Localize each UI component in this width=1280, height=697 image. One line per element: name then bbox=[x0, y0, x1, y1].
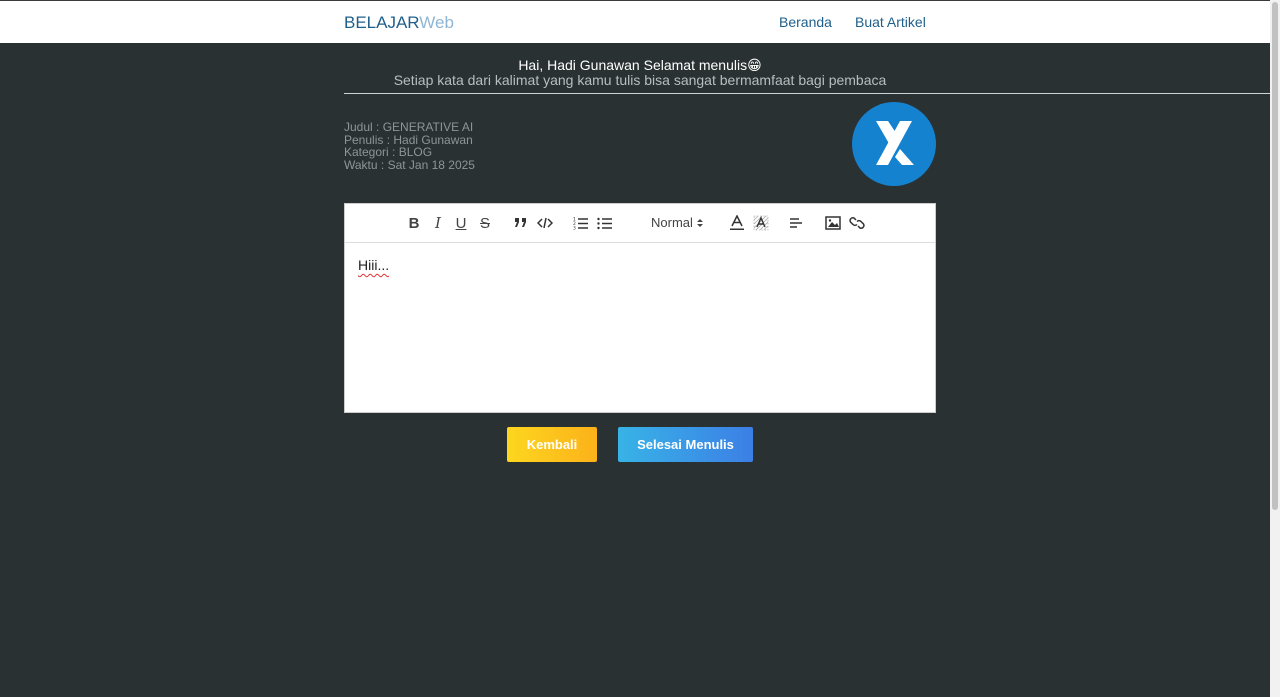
underline-button[interactable]: U bbox=[452, 214, 470, 232]
italic-button[interactable]: I bbox=[429, 214, 447, 232]
editor-content[interactable]: Hiii... bbox=[358, 257, 389, 273]
rich-text-editor: B I U S 1 2 3 Normal Hiii... bbox=[344, 203, 936, 413]
heading-select[interactable]: Normal bbox=[651, 215, 704, 230]
bullet-list-button[interactable] bbox=[596, 214, 614, 232]
nav-link-buat-artikel[interactable]: Buat Artikel bbox=[855, 14, 926, 30]
x-logo-icon bbox=[876, 121, 914, 165]
back-button[interactable]: Kembali bbox=[507, 427, 597, 462]
nav-link-beranda[interactable]: Beranda bbox=[779, 14, 832, 30]
brand-logo[interactable]: BELAJARWeb bbox=[344, 13, 454, 33]
text-color-icon bbox=[730, 215, 744, 230]
ordered-list-button[interactable]: 1 2 3 bbox=[572, 214, 590, 232]
scrollbar-thumb[interactable] bbox=[1272, 2, 1278, 510]
background-color-icon bbox=[753, 215, 769, 231]
text-color-button[interactable] bbox=[728, 214, 746, 232]
brand-x-logo bbox=[852, 102, 936, 186]
link-icon bbox=[849, 217, 865, 229]
quote-icon bbox=[515, 218, 526, 227]
image-icon bbox=[825, 216, 841, 230]
link-button[interactable] bbox=[848, 214, 866, 232]
align-button[interactable] bbox=[787, 214, 805, 232]
brand-secondary: Web bbox=[419, 13, 454, 32]
brand-primary: BELAJAR bbox=[344, 13, 420, 32]
divider bbox=[344, 93, 1270, 94]
meta-judul: Judul : GENERATIVE AI bbox=[344, 120, 474, 134]
meta-waktu: Waktu : Sat Jan 18 2025 bbox=[344, 157, 475, 172]
svg-text:3: 3 bbox=[573, 226, 576, 231]
updown-arrows-icon bbox=[696, 218, 703, 227]
image-button[interactable] bbox=[824, 214, 842, 232]
article-meta: Judul : GENERATIVE AI Penulis : Hadi Gun… bbox=[344, 121, 475, 171]
navbar: BELAJARWeb Beranda Buat Artikel bbox=[0, 0, 1270, 43]
ordered-list-icon: 1 2 3 bbox=[573, 217, 588, 231]
background-color-button[interactable] bbox=[752, 214, 770, 232]
greeting-subtitle: Setiap kata dari kalimat yang kamu tulis… bbox=[393, 72, 887, 88]
code-button[interactable] bbox=[536, 214, 554, 232]
align-left-icon bbox=[790, 218, 802, 228]
code-icon bbox=[537, 217, 553, 229]
editor-content-text: Hiii... bbox=[358, 257, 390, 273]
meta-kategori: Kategori : BLOG bbox=[344, 145, 433, 159]
blockquote-button[interactable] bbox=[512, 214, 530, 232]
heading-select-value: Normal bbox=[651, 215, 693, 230]
editor-toolbar: B I U S 1 2 3 Normal bbox=[345, 204, 935, 243]
strikethrough-button[interactable]: S bbox=[476, 214, 494, 232]
finish-writing-button[interactable]: Selesai Menulis bbox=[618, 427, 753, 462]
bold-button[interactable]: B bbox=[405, 214, 423, 232]
bullet-list-icon bbox=[597, 217, 612, 230]
